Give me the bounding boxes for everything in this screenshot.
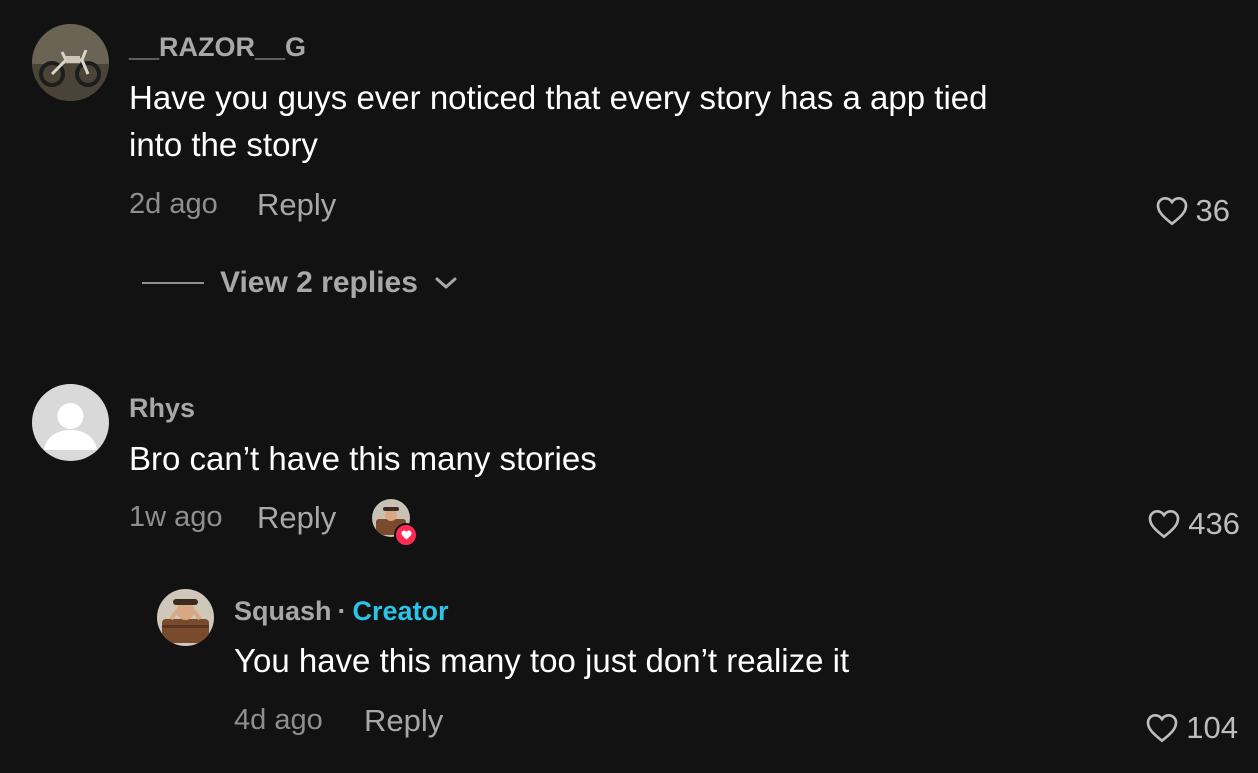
comment-username[interactable]: Rhys	[129, 393, 195, 424]
comment-timestamp: 2d ago	[129, 188, 218, 220]
user-avatar[interactable]	[32, 384, 109, 461]
like-count: 436	[1188, 506, 1240, 541]
reply-button[interactable]: Reply	[257, 500, 336, 536]
comment-text-line-1: Have you guys ever noticed that every st…	[129, 79, 988, 116]
motorbike-photo-avatar	[32, 24, 109, 101]
separator-dot: ·	[337, 596, 347, 626]
like-button[interactable]: 36	[1156, 193, 1230, 229]
creator-avatar[interactable]	[157, 589, 214, 646]
reply-text: You have this many too just don’t realiz…	[234, 642, 850, 679]
replies-divider-line	[142, 282, 204, 284]
comment-username[interactable]: __RAZOR__G	[129, 32, 306, 63]
creator-liked-heart-icon	[394, 523, 418, 547]
like-button[interactable]: 104	[1146, 710, 1238, 746]
like-count: 104	[1186, 710, 1238, 745]
creator-liked-badge	[372, 499, 418, 547]
comment-text-line-2: into the story	[129, 126, 318, 163]
like-button[interactable]: 436	[1148, 506, 1240, 542]
heart-icon	[1148, 509, 1180, 539]
comment-timestamp: 1w ago	[129, 501, 223, 533]
reply-timestamp: 4d ago	[234, 704, 323, 736]
default-user-avatar	[32, 384, 109, 461]
creator-tag: Creator	[352, 596, 449, 626]
comment-text: Bro can’t have this many stories	[129, 440, 597, 477]
heart-icon	[1156, 196, 1187, 226]
view-replies-label: View 2 replies	[220, 266, 418, 299]
view-replies-button[interactable]: View 2 replies	[142, 266, 460, 300]
reply-username[interactable]: Squash	[234, 596, 332, 626]
comments-panel: __RAZOR__G Have you guys ever noticed th…	[0, 0, 1258, 773]
reply-username-line: Squash · Creator	[234, 596, 449, 627]
reply-button[interactable]: Reply	[257, 187, 336, 223]
chevron-down-icon	[435, 277, 457, 289]
heart-icon	[1146, 713, 1178, 743]
user-avatar[interactable]	[32, 24, 109, 101]
creator-photo-avatar	[157, 589, 214, 646]
reply-button[interactable]: Reply	[364, 703, 443, 739]
like-count: 36	[1195, 193, 1230, 228]
